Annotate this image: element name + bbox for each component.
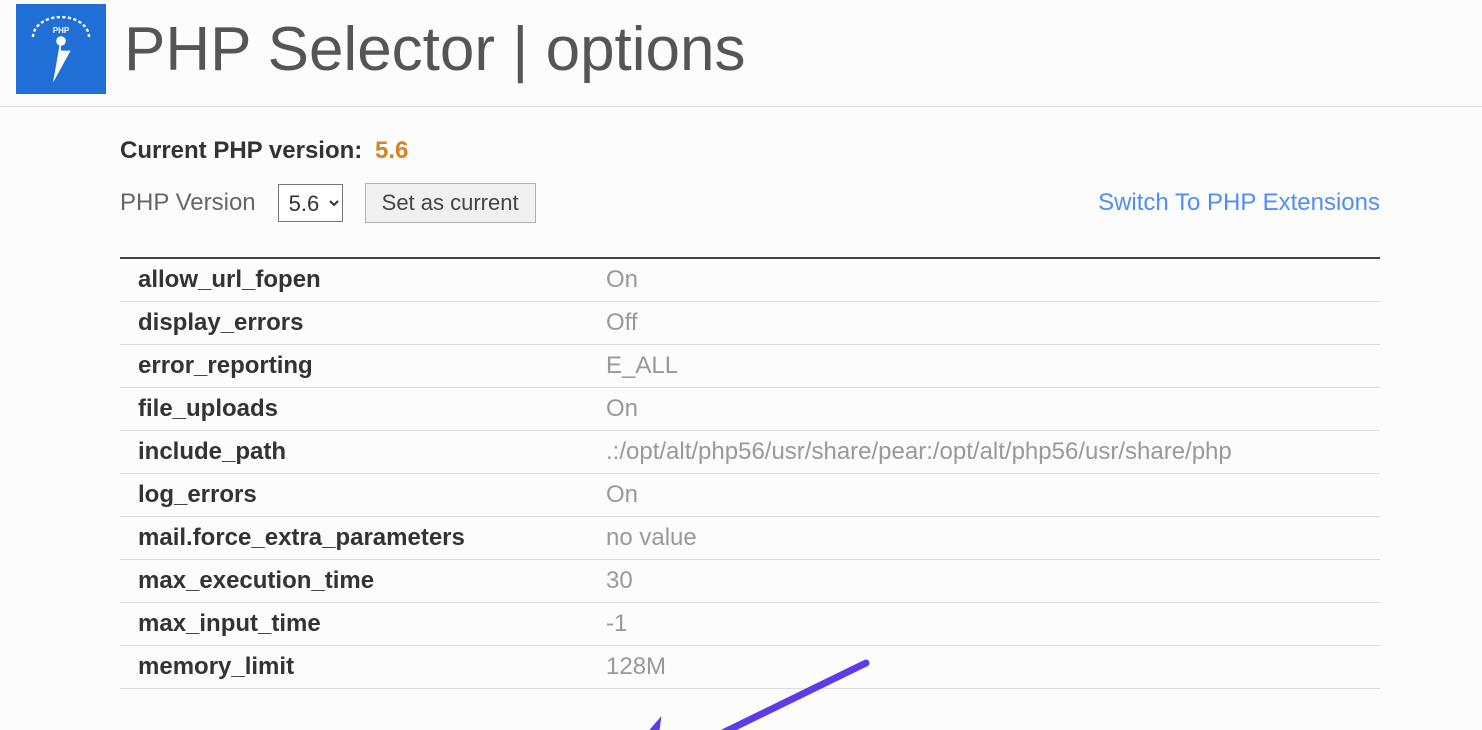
- option-value[interactable]: 128M: [588, 646, 1380, 689]
- table-row: error_reportingE_ALL: [120, 345, 1380, 388]
- current-version-line: Current PHP version: 5.6: [120, 137, 1380, 165]
- table-row: display_errorsOff: [120, 302, 1380, 345]
- table-row: include_path.:/opt/alt/php56/usr/share/p…: [120, 431, 1380, 474]
- set-as-current-button[interactable]: Set as current: [365, 183, 536, 223]
- header: PHP PHP Selector | options: [0, 0, 1482, 107]
- option-name: include_path: [120, 431, 588, 474]
- option-value[interactable]: .:/opt/alt/php56/usr/share/pear:/opt/alt…: [588, 431, 1380, 474]
- option-value[interactable]: -1: [588, 603, 1380, 646]
- main-content: Current PHP version: 5.6 PHP Version 5.6…: [0, 107, 1380, 689]
- switch-to-extensions-link[interactable]: Switch To PHP Extensions: [1098, 189, 1380, 217]
- table-row: file_uploadsOn: [120, 388, 1380, 431]
- option-name: mail.force_extra_parameters: [120, 517, 588, 560]
- option-name: allow_url_fopen: [120, 258, 588, 302]
- option-value[interactable]: 30: [588, 560, 1380, 603]
- controls-left: PHP Version 5.6 Set as current: [120, 183, 536, 223]
- table-row: allow_url_fopenOn: [120, 258, 1380, 302]
- option-value[interactable]: E_ALL: [588, 345, 1380, 388]
- php-version-select[interactable]: 5.6: [278, 184, 343, 222]
- option-name: log_errors: [120, 474, 588, 517]
- table-row: mail.force_extra_parametersno value: [120, 517, 1380, 560]
- option-name: file_uploads: [120, 388, 588, 431]
- table-row: max_input_time-1: [120, 603, 1380, 646]
- current-version-value: 5.6: [375, 137, 408, 164]
- option-value[interactable]: Off: [588, 302, 1380, 345]
- option-value[interactable]: On: [588, 474, 1380, 517]
- option-value[interactable]: On: [588, 388, 1380, 431]
- option-name: error_reporting: [120, 345, 588, 388]
- option-name: memory_limit: [120, 646, 588, 689]
- version-label: PHP Version: [120, 189, 256, 217]
- option-value[interactable]: On: [588, 258, 1380, 302]
- table-row: log_errorsOn: [120, 474, 1380, 517]
- current-version-label: Current PHP version:: [120, 137, 362, 164]
- table-row: memory_limit128M: [120, 646, 1380, 689]
- page-title: PHP Selector | options: [124, 14, 746, 85]
- option-name: max_execution_time: [120, 560, 588, 603]
- svg-text:PHP: PHP: [53, 26, 70, 35]
- php-selector-icon: PHP: [16, 4, 106, 94]
- php-options-table: allow_url_fopenOndisplay_errorsOfferror_…: [120, 257, 1380, 689]
- option-name: max_input_time: [120, 603, 588, 646]
- option-value[interactable]: no value: [588, 517, 1380, 560]
- table-row: max_execution_time30: [120, 560, 1380, 603]
- controls-row: PHP Version 5.6 Set as current Switch To…: [120, 183, 1380, 223]
- option-name: display_errors: [120, 302, 588, 345]
